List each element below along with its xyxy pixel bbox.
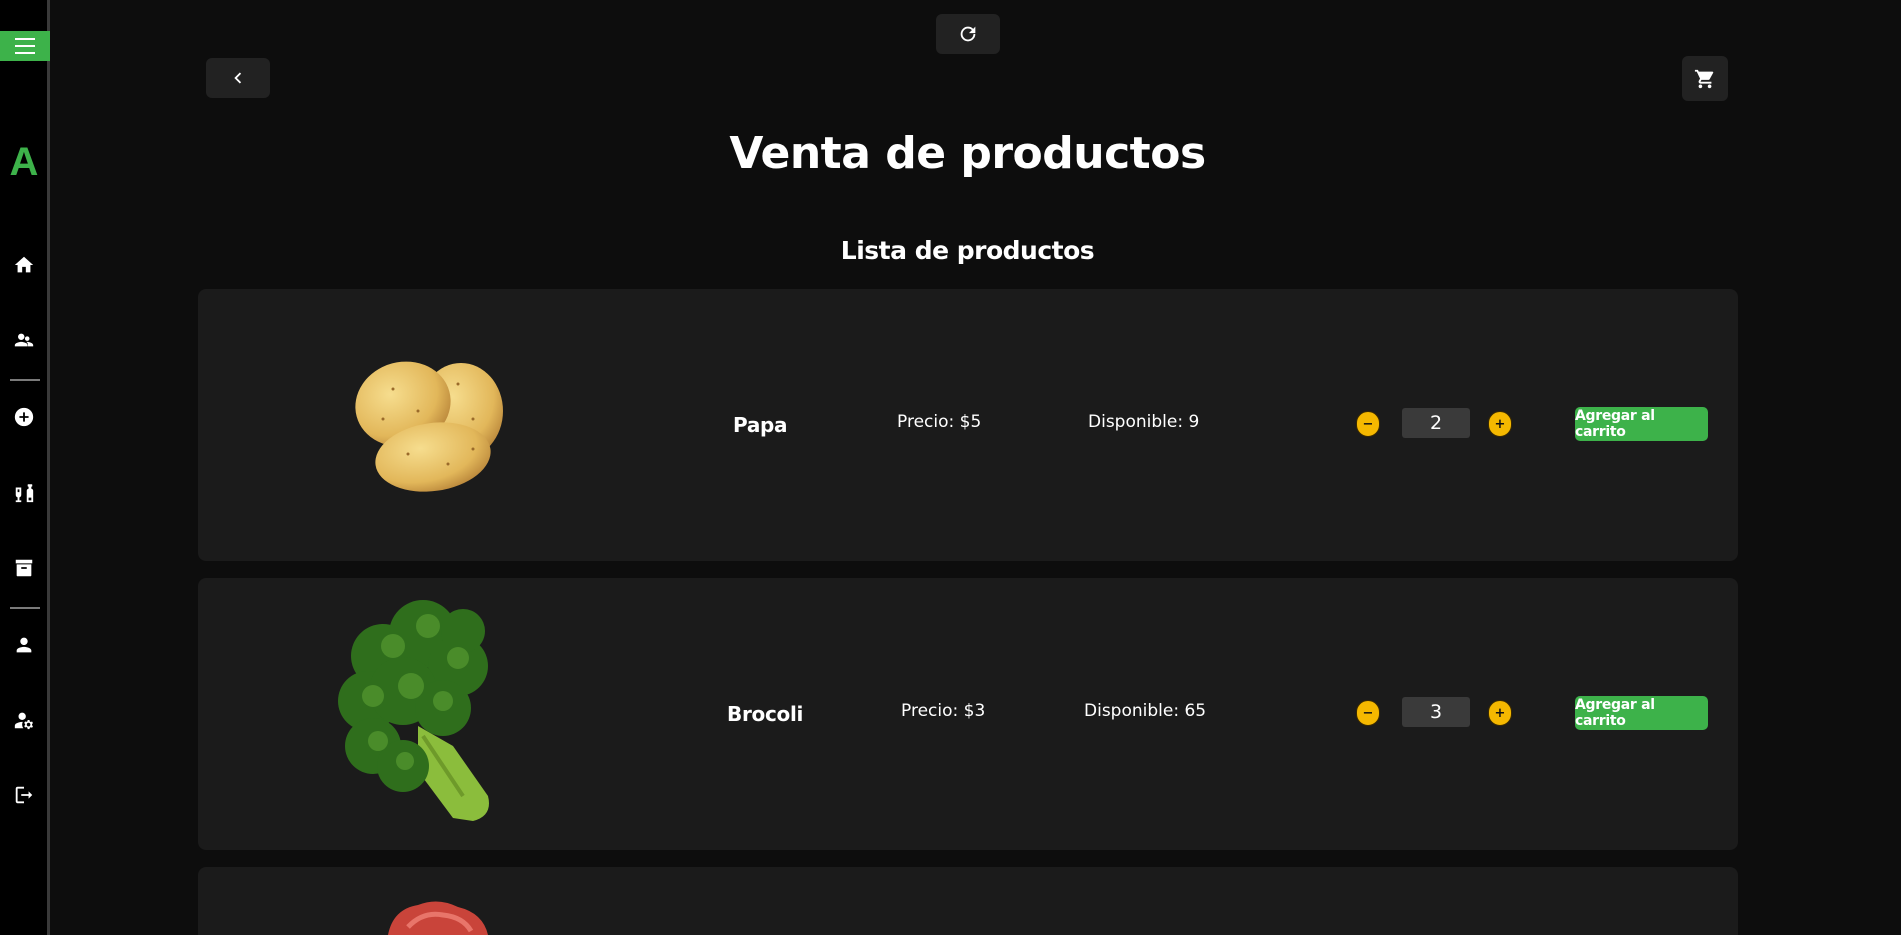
manage-accounts-icon[interactable] [12, 708, 36, 732]
quantity-decrease-button[interactable]: − [1356, 411, 1380, 437]
cart-icon [1694, 69, 1714, 88]
home-icon[interactable] [12, 253, 36, 277]
menu-icon-line [15, 45, 35, 47]
cart-button[interactable] [1682, 56, 1728, 101]
quantity-input[interactable] [1402, 697, 1470, 727]
add-circle-icon[interactable] [12, 405, 36, 429]
product-image [388, 901, 488, 935]
product-card: Papa Precio: $5 Disponible: 9 − + Agrega… [198, 289, 1738, 561]
logout-icon[interactable] [12, 783, 36, 807]
product-name: Brocoli [727, 702, 804, 726]
person-icon[interactable] [12, 633, 36, 657]
refresh-button[interactable] [936, 14, 1000, 54]
sidebar: A [0, 0, 50, 935]
product-stock: Disponible: 9 [1088, 412, 1200, 432]
page-title: Venta de productos [729, 128, 1206, 179]
product-price: Precio: $3 [901, 701, 986, 721]
app-logo: A [9, 140, 39, 184]
section-title: Lista de productos [840, 236, 1095, 265]
quantity-increase-button[interactable]: + [1488, 700, 1512, 726]
menu-button[interactable] [0, 31, 50, 61]
product-stock: Disponible: 65 [1084, 701, 1207, 721]
menu-icon-line [15, 52, 35, 54]
add-to-cart-button[interactable]: Agregar al carrito [1575, 407, 1708, 441]
product-card: Brocoli Precio: $3 Disponible: 65 − + Ag… [198, 578, 1738, 850]
potato-image [355, 361, 503, 492]
people-icon[interactable] [12, 328, 36, 352]
chevron-left-icon [234, 72, 242, 84]
back-button[interactable] [206, 58, 270, 98]
liquor-icon[interactable] [12, 481, 36, 505]
archive-icon[interactable] [12, 556, 36, 580]
quantity-decrease-button[interactable]: − [1356, 700, 1380, 726]
quantity-increase-button[interactable]: + [1488, 411, 1512, 437]
product-price: Precio: $5 [897, 412, 982, 432]
product-name: Papa [733, 413, 788, 437]
sidebar-divider [10, 379, 40, 381]
sidebar-divider [10, 607, 40, 609]
refresh-icon [960, 26, 976, 42]
menu-icon-line [15, 38, 35, 40]
main-content: Venta de productos Lista de productos Pa… [53, 0, 1901, 935]
product-card [198, 867, 1738, 935]
broccoli-image [338, 600, 489, 821]
add-to-cart-button[interactable]: Agregar al carrito [1575, 696, 1708, 730]
quantity-input[interactable] [1402, 408, 1470, 438]
